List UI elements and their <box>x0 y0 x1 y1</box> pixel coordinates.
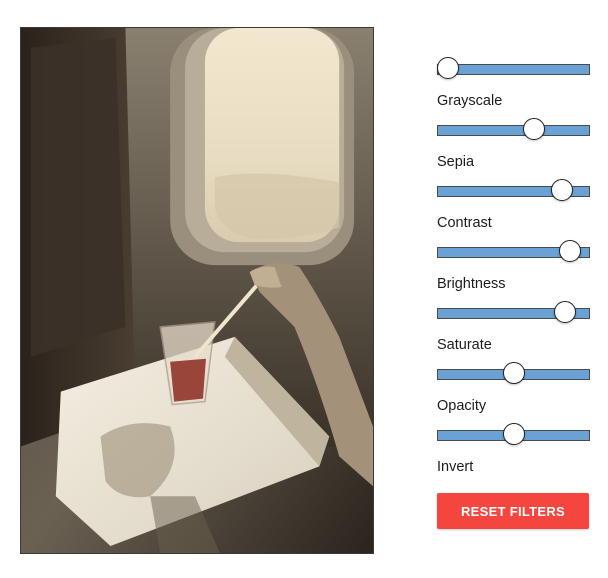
slider-thumb[interactable] <box>551 179 573 201</box>
slider-thumb[interactable] <box>503 362 525 384</box>
slider-track[interactable] <box>437 125 590 136</box>
slider-track[interactable] <box>437 64 590 75</box>
saturate-label: Saturate <box>437 337 492 353</box>
slider-thumb[interactable] <box>559 240 581 262</box>
contrast-label: Contrast <box>437 215 492 231</box>
filter-controls: Grayscale Sepia Contrast Brightness Satu… <box>437 0 592 578</box>
airplane-window-photo <box>21 28 373 553</box>
sepia-label: Sepia <box>437 154 475 170</box>
grayscale-label: Grayscale <box>437 93 503 109</box>
filtered-photo <box>20 27 374 554</box>
invert-label: Invert <box>437 459 474 475</box>
reset-filters-button[interactable]: RESET FILTERS <box>437 493 589 529</box>
slider-thumb[interactable] <box>554 301 576 323</box>
slider-thumb[interactable] <box>523 118 545 140</box>
brightness-label: Brightness <box>437 276 506 292</box>
slider-thumb[interactable] <box>437 57 459 79</box>
opacity-label: Opacity <box>437 398 487 414</box>
slider-thumb[interactable] <box>503 423 525 445</box>
